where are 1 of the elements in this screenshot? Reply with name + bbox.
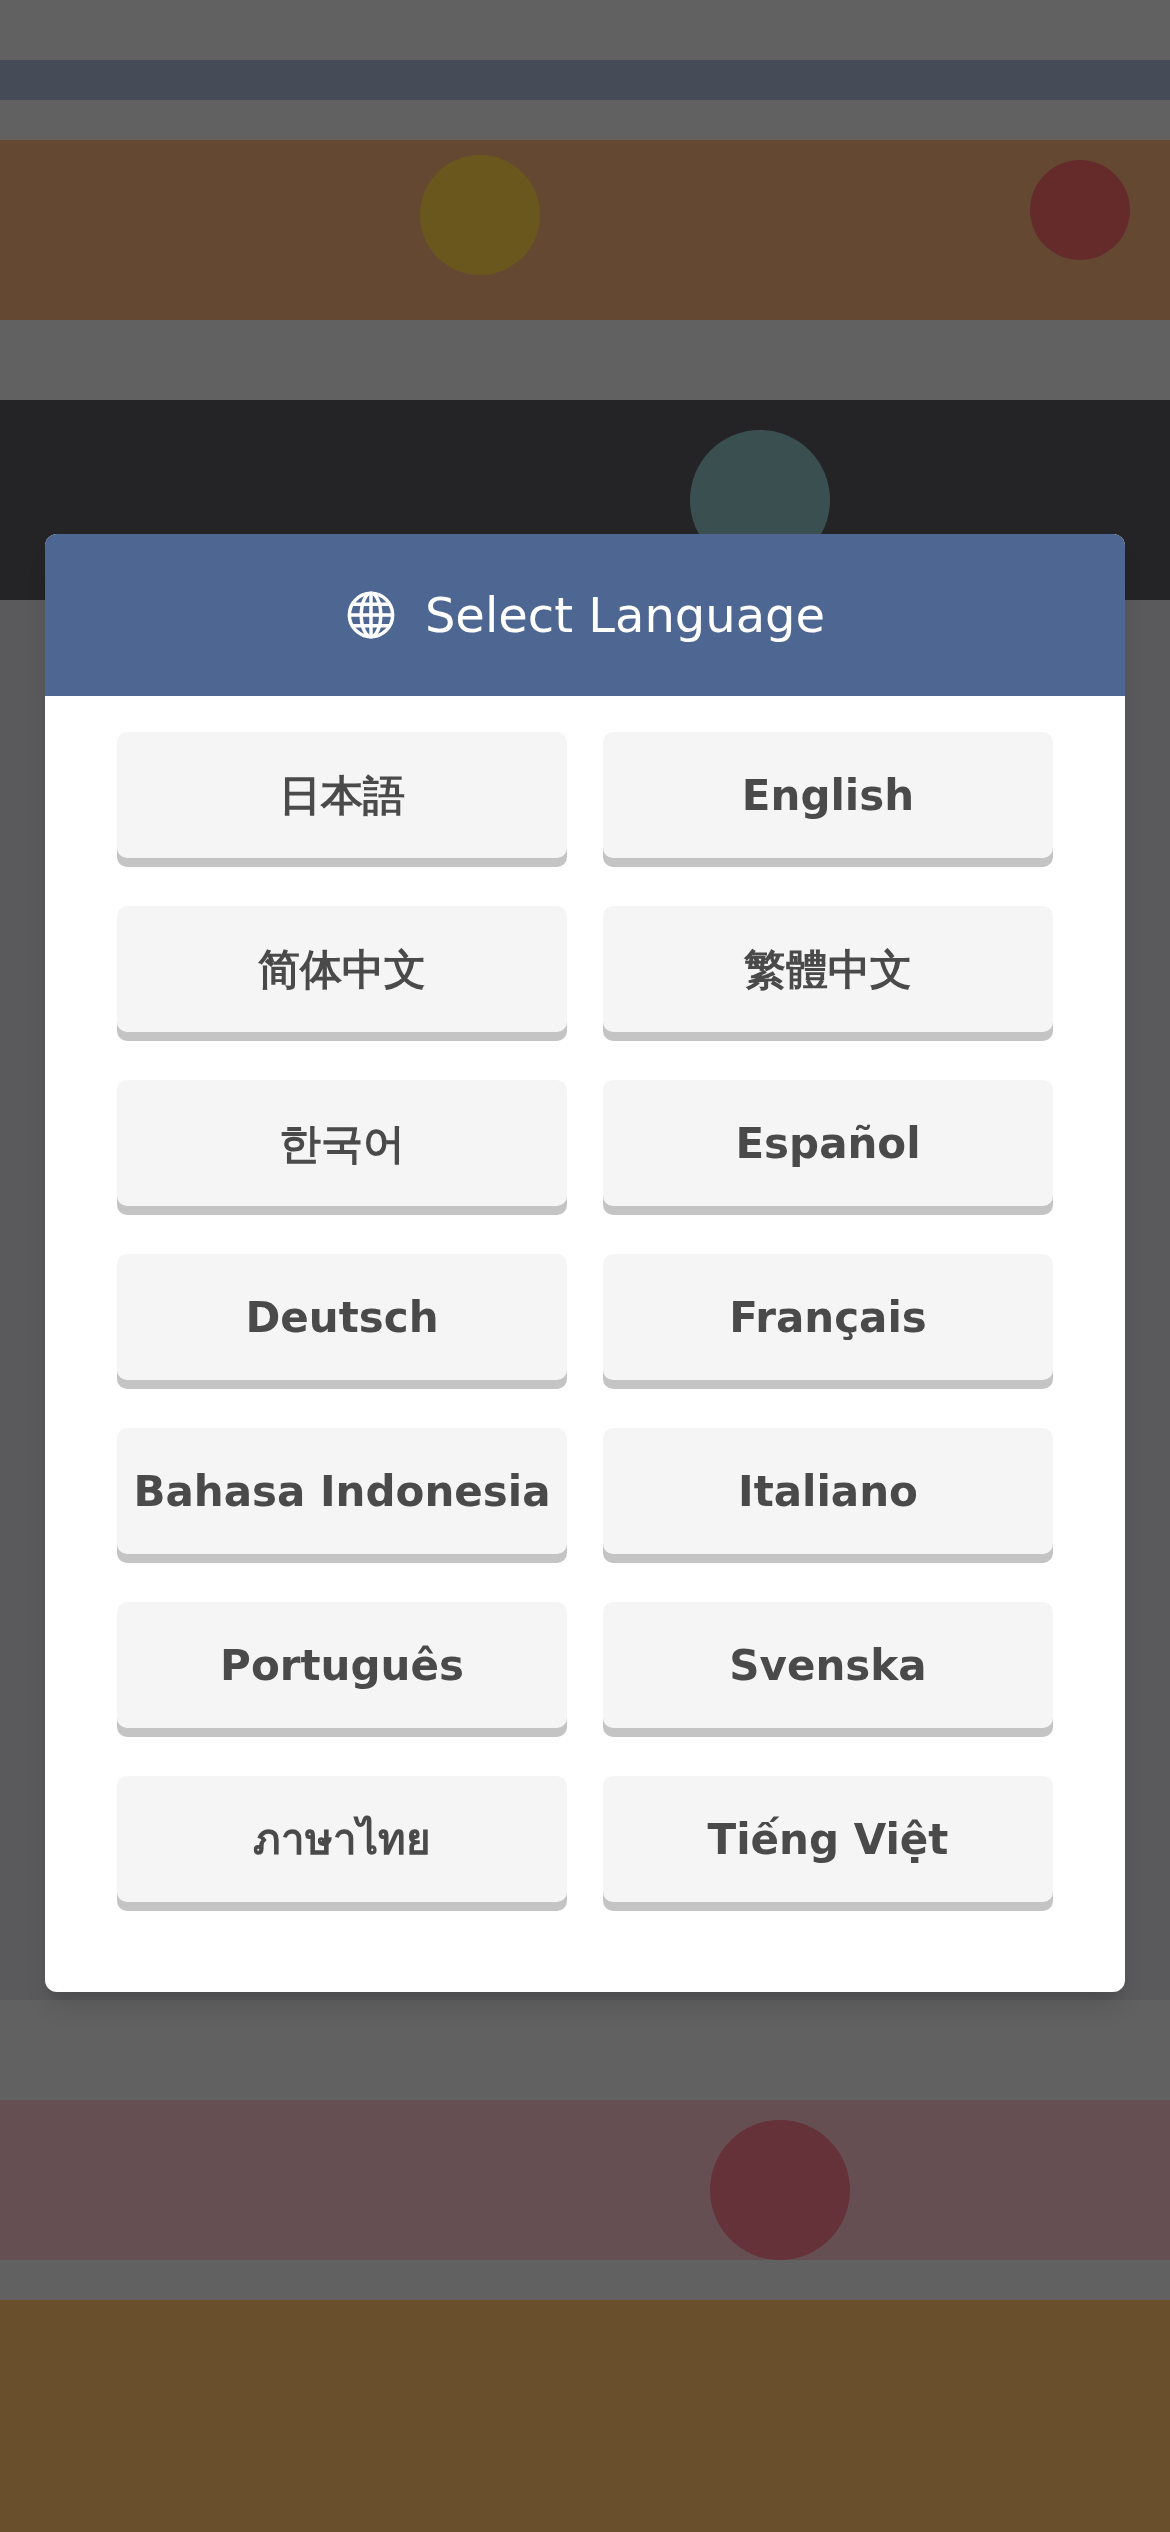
dialog-title: Select Language <box>424 586 826 645</box>
